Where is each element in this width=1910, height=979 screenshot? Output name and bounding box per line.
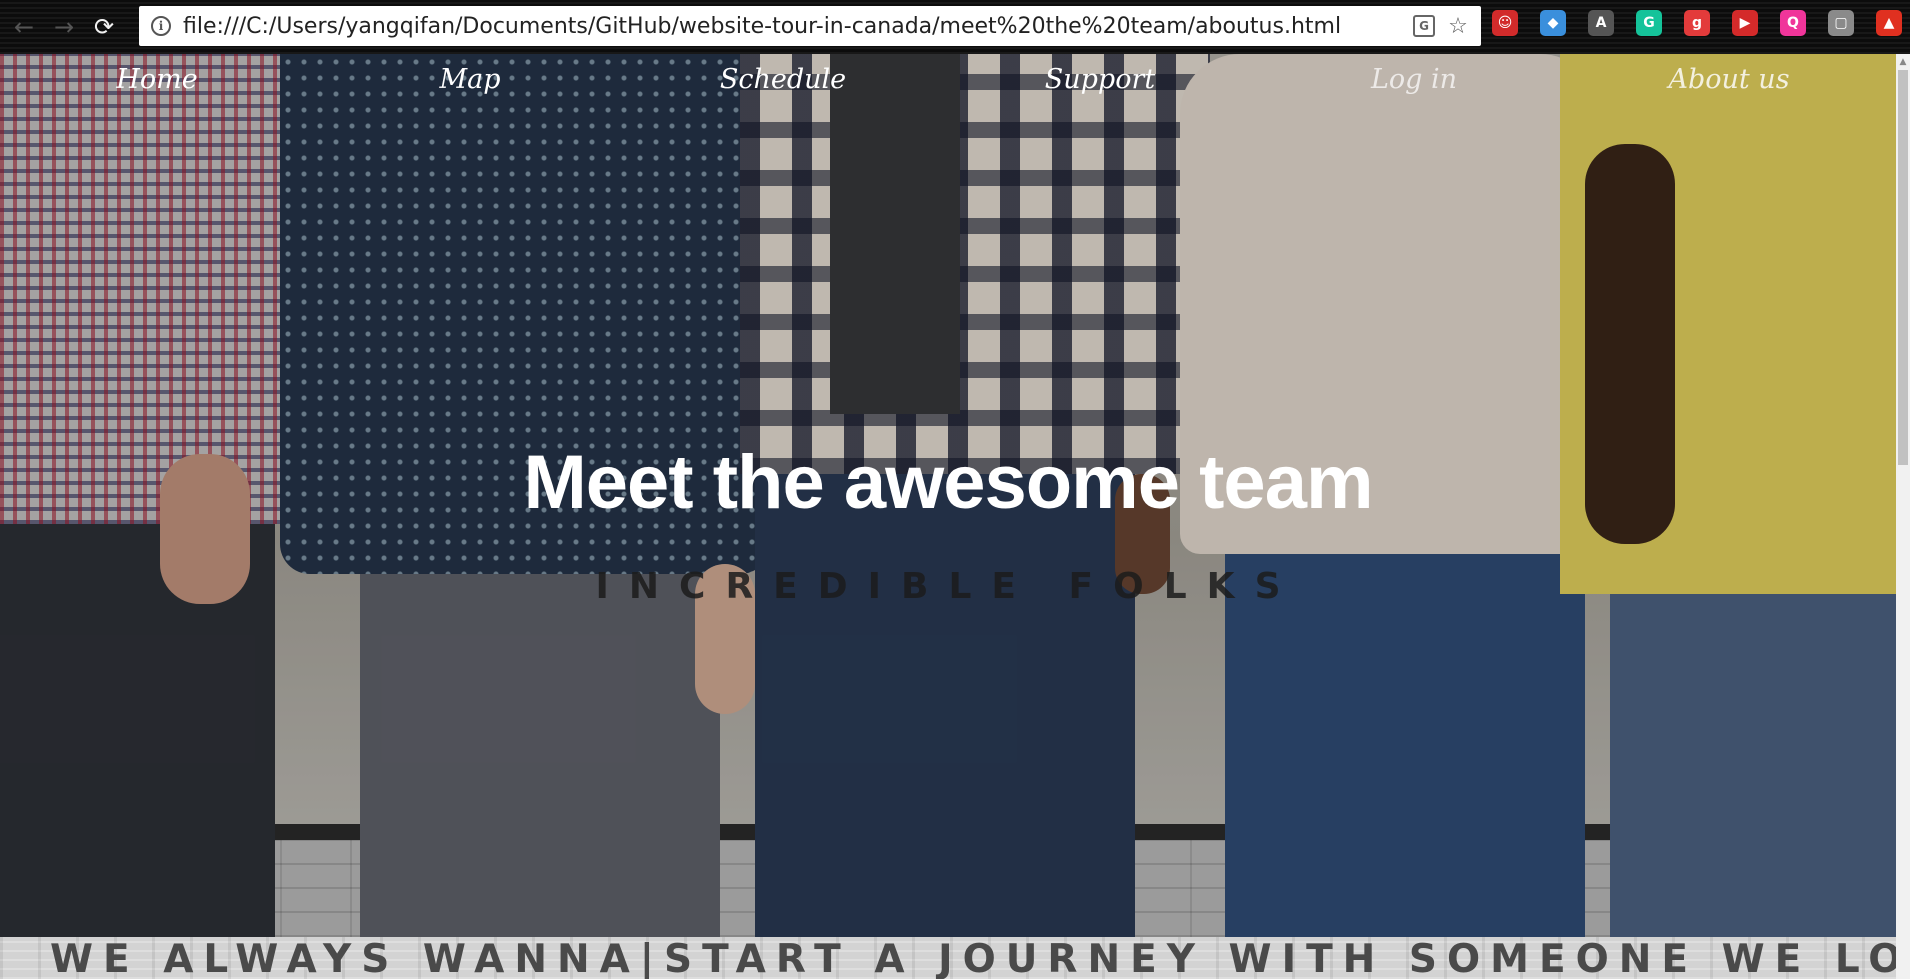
site-info-icon[interactable]: i — [151, 16, 171, 36]
extensions-bar: ☺ ◆ A Gg ▶ Q ▢ ▲ — [1492, 10, 1902, 36]
avatar-extension-icon[interactable]: ☺ — [1492, 10, 1518, 36]
url-text[interactable]: file:///C:/Users/yangqifan/Documents/Git… — [183, 14, 1407, 39]
page-viewport: Home Map Schedule Support Log in About u… — [0, 54, 1896, 979]
nav-support-link[interactable]: Support — [1045, 64, 1155, 95]
reload-icon: ⟳ — [93, 13, 115, 41]
pdf-extension-icon[interactable]: A — [1588, 10, 1614, 36]
browser-toolbar: ← → ⟳ i file:///C:/Users/yangqifan/Docum… — [0, 0, 1910, 54]
forward-button[interactable]: → — [44, 7, 84, 47]
nav-about-link[interactable]: About us — [1668, 64, 1789, 95]
pink-extension-icon[interactable]: Q — [1780, 10, 1806, 36]
gray-extension-icon[interactable]: ▢ — [1828, 10, 1854, 36]
nav-schedule-link[interactable]: Schedule — [720, 64, 846, 95]
scrollbar-thumb[interactable] — [1898, 70, 1908, 465]
nav-home-link[interactable]: Home — [116, 64, 197, 95]
scroll-up-arrow-icon[interactable]: ▲ — [1896, 54, 1910, 70]
address-bar[interactable]: i file:///C:/Users/yangqifan/Documents/G… — [139, 6, 1481, 46]
tagline-text: WE ALWAYS WANNA|START A JOURNEY WITH SOM… — [50, 937, 1896, 979]
upload-extension-icon[interactable]: ▲ — [1876, 10, 1902, 36]
star-icon: ☆ — [1448, 13, 1468, 39]
forward-extension-icon[interactable]: ▶ — [1732, 10, 1758, 36]
site-nav: Home Map Schedule Support Log in About u… — [0, 64, 1896, 114]
back-arrow-icon: ← — [13, 13, 35, 41]
nav-map-link[interactable]: Map — [439, 64, 500, 95]
nav-login-link[interactable]: Log in — [1371, 64, 1457, 95]
translate-icon: G — [1413, 15, 1435, 37]
grammarly-extension-icon[interactable]: G — [1636, 10, 1662, 36]
page-title: Meet the awesome team — [523, 440, 1373, 525]
translate-button[interactable]: G — [1407, 9, 1441, 43]
back-button[interactable]: ← — [4, 7, 44, 47]
reload-button[interactable]: ⟳ — [84, 7, 124, 47]
hero-section: Home Map Schedule Support Log in About u… — [0, 54, 1896, 937]
page-subtitle: INCREDIBLE FOLKS — [595, 566, 1301, 607]
tagline-banner: WE ALWAYS WANNA|START A JOURNEY WITH SOM… — [0, 937, 1896, 979]
forward-arrow-icon: → — [53, 13, 75, 41]
bookmark-star-button[interactable]: ☆ — [1441, 9, 1475, 43]
red-square-extension-icon[interactable]: g — [1684, 10, 1710, 36]
chrome-apps-extension-icon[interactable]: ◆ — [1540, 10, 1566, 36]
vertical-scrollbar[interactable]: ▲ — [1896, 54, 1910, 979]
